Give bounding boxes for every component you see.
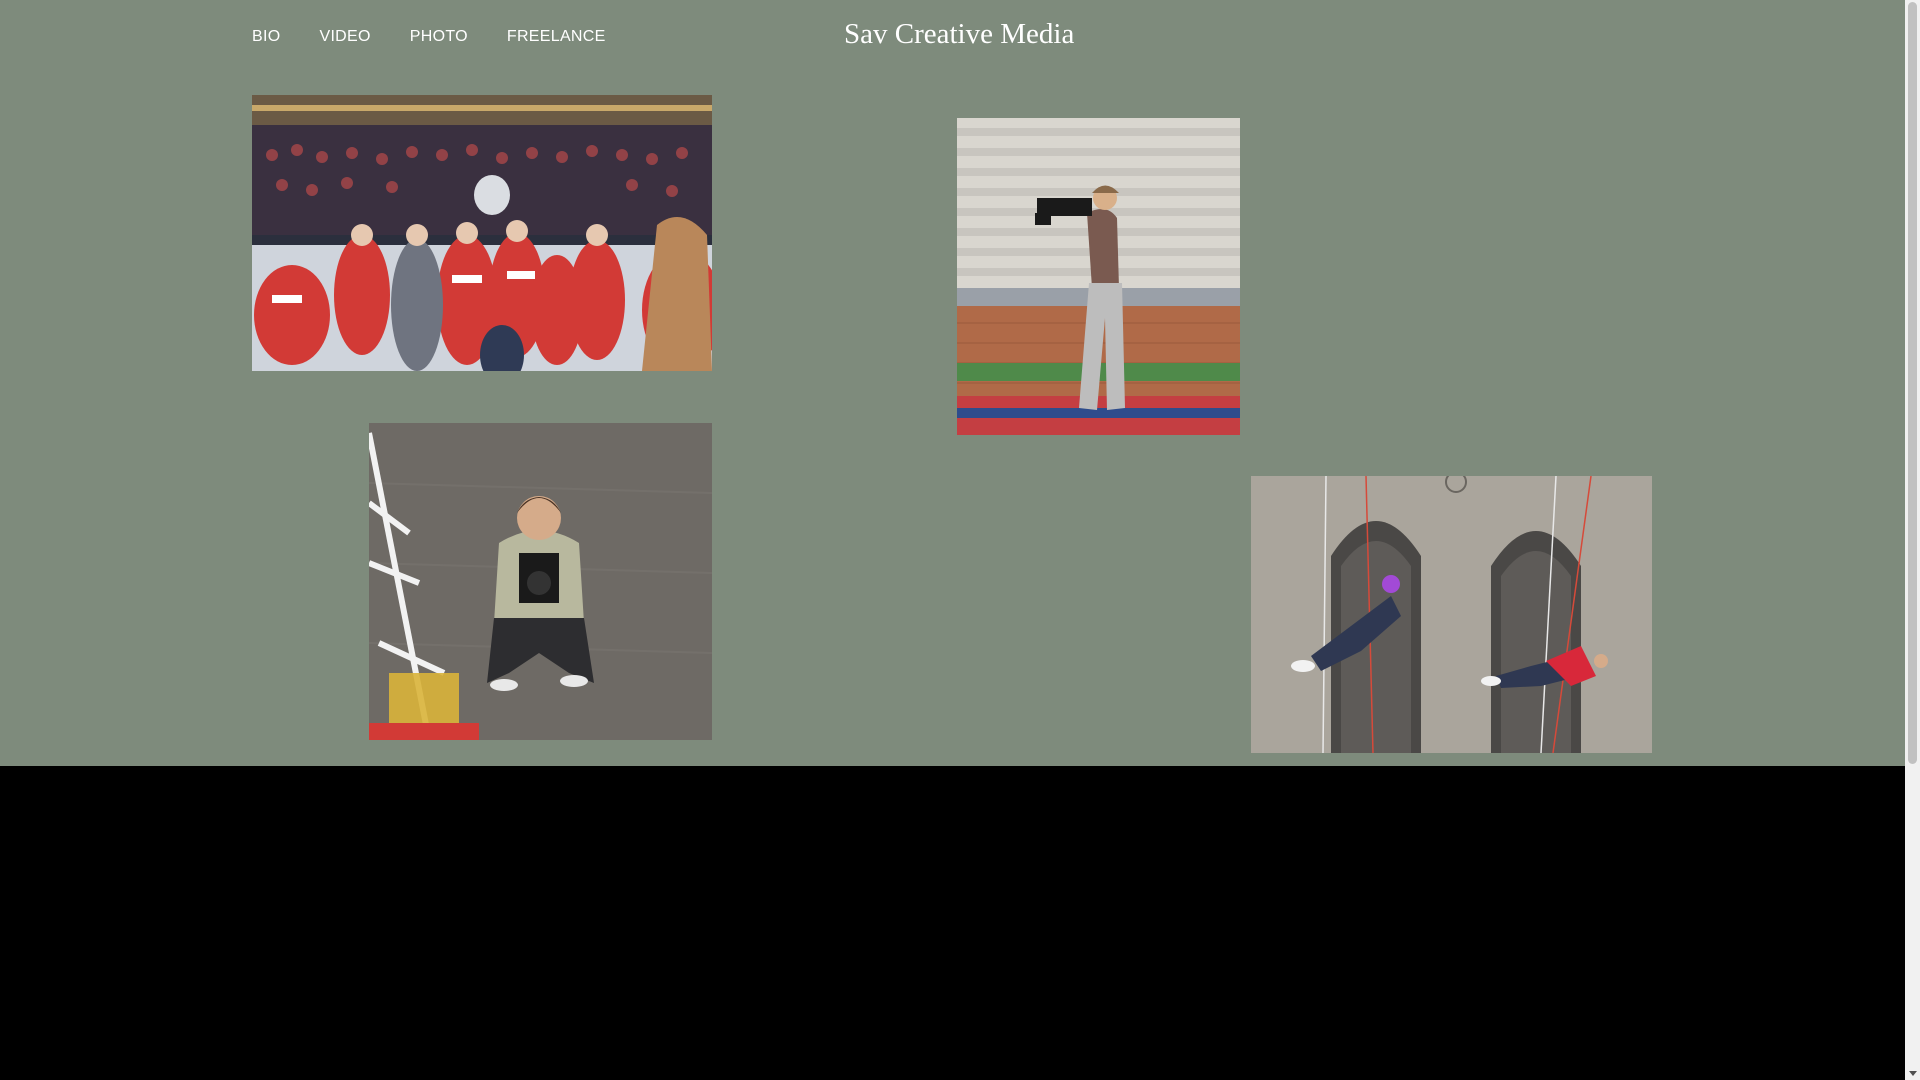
hero-section: BIO VIDEO PHOTO FREELANCE Sav Creative M…: [0, 0, 1905, 766]
photographer-crouching-photo[interactable]: [369, 423, 712, 740]
nav-photo[interactable]: PHOTO: [410, 28, 468, 46]
nav-freelance[interactable]: FREELANCE: [507, 28, 606, 46]
nav-bio[interactable]: BIO: [252, 28, 280, 46]
scroll-down-icon[interactable]: [1909, 1071, 1917, 1076]
site-title[interactable]: Sav Creative Media: [844, 18, 1074, 51]
main-nav: BIO VIDEO PHOTO FREELANCE: [252, 28, 606, 46]
hockey-celebration-photo[interactable]: [252, 95, 712, 371]
scrollbar-thumb[interactable]: [1908, 2, 1917, 764]
stadium-videographer-photo[interactable]: [957, 118, 1240, 435]
rappelling-photo[interactable]: [1251, 476, 1652, 753]
vertical-scrollbar[interactable]: [1905, 0, 1920, 1080]
nav-video[interactable]: VIDEO: [319, 28, 370, 46]
page: BIO VIDEO PHOTO FREELANCE Sav Creative M…: [0, 0, 1905, 1080]
footer-section: [0, 766, 1905, 1080]
